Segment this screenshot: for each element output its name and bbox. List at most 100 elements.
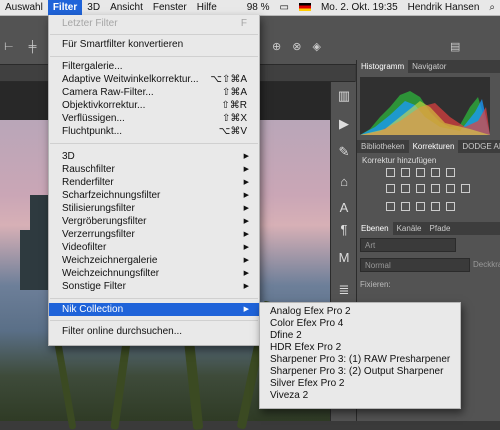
lock-label: Fixieren: xyxy=(360,280,391,289)
character-icon[interactable]: A xyxy=(336,200,352,216)
m-icon[interactable]: M xyxy=(336,250,352,266)
tab-korrekturen[interactable]: Korrekturen xyxy=(408,140,459,153)
submenu-arrow-icon: ▶ xyxy=(243,205,249,212)
submenu-arrow-icon: ▶ xyxy=(243,283,249,290)
menu-item-vergroeberung[interactable]: Vergröberungsfilter ▶ xyxy=(49,215,259,228)
menu-item-fluchtpunkt[interactable]: Fluchtpunkt... ⌥⌘V xyxy=(49,125,259,138)
separator xyxy=(50,298,258,299)
submenu-item-sharpener-output[interactable]: Sharpener Pro 3: (2) Output Sharpener xyxy=(270,366,443,378)
layer-search-input[interactable]: Art xyxy=(360,238,456,252)
menu-ansicht[interactable]: Ansicht xyxy=(105,0,148,15)
submenu-item-viveza[interactable]: Viveza 2 xyxy=(270,390,308,402)
menu-item-nik-collection[interactable]: Nik Collection ▶ xyxy=(49,303,259,316)
tab-kanaele[interactable]: Kanäle xyxy=(393,224,426,233)
curves-icon[interactable] xyxy=(416,168,425,177)
histogram-tabs: Histogramm Navigator xyxy=(357,60,500,73)
menu-item-renderfilter[interactable]: Renderfilter ▶ xyxy=(49,176,259,189)
menu-item-filtergalerie[interactable]: Filtergalerie... xyxy=(49,60,259,73)
battery-status[interactable]: 98 % xyxy=(242,0,275,15)
menu-item-videofilter[interactable]: Videofilter ▶ xyxy=(49,241,259,254)
brush-icon[interactable]: ✎ xyxy=(336,144,352,160)
menu-item-objektivkorrektur[interactable]: Objektivkorrektur... ⇧⌘R xyxy=(49,99,259,112)
lookup-icon[interactable] xyxy=(461,184,470,193)
balance-icon[interactable] xyxy=(401,184,410,193)
layers-icon[interactable]: ≣ xyxy=(336,282,352,298)
exposure-icon[interactable] xyxy=(431,168,440,177)
flag-de-icon[interactable] xyxy=(294,0,316,15)
menu-item-3d[interactable]: 3D ▶ xyxy=(49,150,259,163)
separator xyxy=(50,143,258,144)
submenu-arrow-icon: ▶ xyxy=(243,306,249,313)
battery-icon: ▭ xyxy=(279,2,289,13)
play-icon[interactable]: ▶ xyxy=(336,116,352,132)
separator xyxy=(50,56,258,57)
tab-ebenen[interactable]: Ebenen xyxy=(357,222,393,235)
hue-icon[interactable] xyxy=(386,184,395,193)
separator xyxy=(50,320,258,321)
stamp-icon[interactable]: ⌂ xyxy=(336,174,352,190)
separator xyxy=(50,34,258,35)
workspace-icon[interactable]: ▤ xyxy=(450,40,460,53)
submenu-arrow-icon: ▶ xyxy=(243,257,249,264)
menubar: Auswahl Filter 3D Ansicht Fenster Hilfe … xyxy=(0,0,500,16)
histogram-chart xyxy=(360,77,490,135)
menu-item-weichzeichnung[interactable]: Weichzeichnungsfilter ▶ xyxy=(49,267,259,280)
selective-color-icon[interactable] xyxy=(446,202,455,211)
submenu-item-color-efex[interactable]: Color Efex Pro 4 xyxy=(270,318,343,330)
menu-fenster[interactable]: Fenster xyxy=(148,0,192,15)
posterize-icon[interactable] xyxy=(401,202,410,211)
submenu-item-dfine[interactable]: Dfine 2 xyxy=(270,330,302,342)
spotlight-icon[interactable]: ⌕ xyxy=(484,0,500,15)
menu-item-weitwinkel[interactable]: Adaptive Weitwinkelkorrektur... ⌥⇧⌘A xyxy=(49,73,259,86)
paragraph-icon[interactable]: ¶ xyxy=(336,222,352,238)
submenu-item-analog-efex[interactable]: Analog Efex Pro 2 xyxy=(270,306,351,318)
mixer-icon[interactable] xyxy=(446,184,455,193)
menu-filter[interactable]: Filter xyxy=(47,0,83,15)
tab-navigator[interactable]: Navigator xyxy=(408,62,450,71)
submenu-arrow-icon: ▶ xyxy=(243,153,249,160)
blend-mode-select[interactable]: Normal xyxy=(360,258,470,272)
submenu-item-silver-efex[interactable]: Silver Efex Pro 2 xyxy=(270,378,344,390)
menu-item-filter-online[interactable]: Filter online durchsuchen... xyxy=(49,325,259,338)
vibrance-icon[interactable] xyxy=(446,168,455,177)
submenu-arrow-icon: ▶ xyxy=(243,231,249,238)
tab-histogramm[interactable]: Histogramm xyxy=(357,60,409,73)
brightness-icon[interactable] xyxy=(386,168,395,177)
submenu-item-hdr-efex[interactable]: HDR Efex Pro 2 xyxy=(270,342,341,354)
menu-3d[interactable]: 3D xyxy=(82,0,105,15)
menu-item-scharfzeichnung[interactable]: Scharfzeichnungsfilter ▶ xyxy=(49,189,259,202)
nik-submenu: Analog Efex Pro 2 Color Efex Pro 4 Dfine… xyxy=(259,302,461,409)
filter-menu: Letzter Filter F Für Smartfilter konvert… xyxy=(48,15,260,346)
tab-dodge[interactable]: DODGE AND xyxy=(458,142,500,151)
submenu-item-sharpener-raw[interactable]: Sharpener Pro 3: (1) RAW Presharpener xyxy=(270,354,450,366)
menu-auswahl[interactable]: Auswahl xyxy=(0,0,48,15)
submenu-arrow-icon: ▶ xyxy=(243,244,249,251)
levels-icon[interactable] xyxy=(401,168,410,177)
menu-item-verzerrung[interactable]: Verzerrungsfilter ▶ xyxy=(49,228,259,241)
tab-pfade[interactable]: Pfade xyxy=(426,224,455,233)
threshold-icon[interactable] xyxy=(416,202,425,211)
submenu-arrow-icon: ▶ xyxy=(243,218,249,225)
menu-item-rauschfilter[interactable]: Rauschfilter ▶ xyxy=(49,163,259,176)
submenu-arrow-icon: ▶ xyxy=(243,166,249,173)
menu-item-sonstige[interactable]: Sonstige Filter ▶ xyxy=(49,280,259,293)
tab-bibliotheken[interactable]: Bibliotheken xyxy=(357,142,409,151)
user-name[interactable]: Hendrik Hansen xyxy=(403,0,485,15)
menu-item-camera-raw[interactable]: Camera Raw-Filter... ⇧⌘A xyxy=(49,86,259,99)
gradient-map-icon[interactable] xyxy=(431,202,440,211)
clock[interactable]: Mo. 2. Okt. 19:35 xyxy=(316,0,403,15)
menu-item-letzter-filter: Letzter Filter F xyxy=(62,18,247,29)
adjust-tabs: Bibliotheken Korrekturen DODGE AND xyxy=(357,140,500,153)
submenu-arrow-icon: ▶ xyxy=(243,179,249,186)
menu-hilfe[interactable]: Hilfe xyxy=(192,0,222,15)
menu-item-weichzeichnergalerie[interactable]: Weichzeichnergalerie ▶ xyxy=(49,254,259,267)
invert-icon[interactable] xyxy=(386,202,395,211)
histogram-panel-icon[interactable]: ▥ xyxy=(336,88,352,104)
menu-item-stilisierung[interactable]: Stilisierungsfilter ▶ xyxy=(49,202,259,215)
submenu-arrow-icon: ▶ xyxy=(243,192,249,199)
menu-item-verfluessigen[interactable]: Verflüssigen... ⇧⌘X xyxy=(49,112,259,125)
bw-icon[interactable] xyxy=(416,184,425,193)
menu-item-smartfilter[interactable]: Für Smartfilter konvertieren xyxy=(49,38,259,51)
transform-icons[interactable]: ⊕ ⊗ ◈ xyxy=(272,40,325,53)
photo-filter-icon[interactable] xyxy=(431,184,440,193)
